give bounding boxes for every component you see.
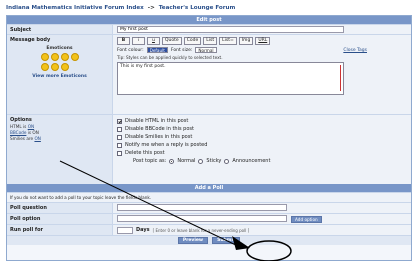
days-hint: [ Enter 0 or leave blank for a never-end… — [152, 227, 250, 233]
font-size-label: Font size: — [170, 47, 193, 53]
list-ordered-button[interactable]: List= — [219, 37, 237, 45]
option-delete[interactable]: Delete this post — [117, 149, 407, 157]
run-poll-label: Run poll for — [7, 225, 113, 235]
option-disable-smilies[interactable]: Disable Smilies in this post — [117, 133, 407, 141]
smilies-status: Smilies are ON — [10, 136, 109, 141]
message-textarea[interactable]: This is my first post. — [117, 62, 344, 95]
html-status: HTML is ON — [10, 124, 109, 129]
html-status-value: ON — [27, 124, 35, 129]
bbcode-status: BBCode is ON — [10, 130, 109, 135]
poll-note: If you do not want to add a poll to your… — [7, 192, 411, 202]
emoticons-grid — [10, 53, 109, 71]
breadcrumb-separator: -> — [147, 5, 155, 11]
option-disable-bbcode[interactable]: Disable BBCode in this post — [117, 125, 407, 133]
smilies-status-label: Smilies are — [10, 136, 34, 141]
message-text: This is my first post. — [120, 64, 166, 69]
style-tip: Tip: Styles can be applied quickly to se… — [117, 55, 223, 60]
smiley-icon[interactable] — [60, 53, 69, 61]
poll-question-input[interactable] — [117, 204, 287, 211]
view-more-emoticons-link[interactable]: View more Emoticons — [10, 74, 109, 79]
poll-option-input[interactable] — [117, 215, 287, 222]
font-colour-select[interactable]: Default — [146, 47, 168, 53]
post-form: Edit post Subject Message body Emoticons… — [6, 15, 412, 261]
options-label: Options — [10, 117, 32, 123]
emoticons-label: Emoticons — [46, 46, 73, 51]
disable-bbcode-checkbox[interactable] — [117, 126, 122, 132]
option-label: Disable HTML in this post — [125, 118, 189, 124]
post-topic-label: Post topic as: — [133, 158, 167, 164]
breadcrumb: Indiana Mathematics Initiative Forum Ind… — [6, 5, 235, 11]
edit-post-header: Edit post — [7, 16, 411, 24]
smiley-icon[interactable] — [70, 53, 79, 61]
option-label: Delete this post — [125, 150, 165, 156]
list-button[interactable]: List — [203, 37, 218, 45]
subject-row: Subject — [7, 24, 411, 34]
submit-button[interactable]: Submit — [212, 237, 241, 244]
message-row: Message body Emoticons View more Emotico… — [7, 34, 411, 114]
topic-normal-label: Normal — [177, 158, 196, 164]
topic-sticky-label: Sticky — [206, 158, 222, 164]
html-status-label: HTML is — [10, 124, 27, 129]
notify-checkbox[interactable] — [117, 142, 122, 148]
smiley-icon[interactable] — [50, 63, 59, 71]
format-toolbar: B i u Quote Code List List= Img URL — [117, 37, 407, 45]
message-body-label: Message body — [10, 37, 51, 43]
quote-button[interactable]: Quote — [162, 37, 182, 45]
run-poll-row: Run poll for Days [ Enter 0 or leave bla… — [7, 224, 411, 235]
img-button[interactable]: Img — [238, 37, 254, 45]
action-bar: Preview Submit — [7, 235, 411, 245]
textarea-scrollbar[interactable] — [340, 65, 341, 91]
option-label: Disable BBCode in this post — [125, 126, 194, 132]
post-topic-as: Post topic as: Normal Sticky Announcemen… — [117, 157, 407, 165]
smiley-icon[interactable] — [60, 63, 69, 71]
disable-smilies-checkbox[interactable] — [117, 134, 122, 140]
topic-normal-radio[interactable] — [169, 158, 175, 164]
subject-label: Subject — [7, 25, 113, 34]
code-button[interactable]: Code — [183, 37, 202, 45]
options-row: Options HTML is ON BBCode is ON Smilies … — [7, 114, 411, 184]
option-disable-html[interactable]: Disable HTML in this post — [117, 117, 407, 125]
bold-button[interactable]: B — [117, 37, 130, 45]
poll-option-label: Poll option — [7, 214, 113, 224]
bbcode-status-value: is ON — [27, 130, 39, 135]
add-poll-header: Add a Poll — [7, 184, 411, 192]
topic-announcement-radio[interactable] — [224, 158, 230, 164]
topic-announcement-label: Announcement — [232, 158, 271, 164]
disable-html-checkbox[interactable] — [117, 118, 122, 124]
bbcode-link[interactable]: BBCode — [10, 130, 26, 135]
font-colour-label: Font colour: — [117, 47, 144, 53]
option-label: Disable Smilies in this post — [125, 134, 193, 140]
option-label: Notify me when a reply is posted — [125, 142, 208, 148]
smilies-status-value: ON — [34, 136, 41, 141]
days-label: Days — [136, 227, 150, 233]
poll-question-label: Poll question — [7, 203, 113, 213]
option-notify[interactable]: Notify me when a reply is posted — [117, 141, 407, 149]
font-size-select[interactable]: Normal — [195, 47, 217, 53]
preview-button[interactable]: Preview — [177, 237, 209, 244]
smiley-icon[interactable] — [50, 53, 59, 61]
smiley-icon[interactable] — [40, 63, 49, 71]
italic-button[interactable]: i — [132, 37, 145, 45]
url-button[interactable]: URL — [255, 37, 271, 45]
delete-post-checkbox[interactable] — [117, 150, 122, 156]
add-option-button[interactable]: Add option — [291, 216, 322, 223]
poll-days-input[interactable] — [117, 226, 133, 234]
subject-input[interactable] — [117, 26, 344, 33]
poll-option-row: Poll option Add option — [7, 213, 411, 224]
underline-button[interactable]: u — [147, 37, 160, 45]
font-options: Font colour: Default Font size: Normal C… — [117, 47, 407, 53]
breadcrumb-section-link[interactable]: Teacher's Lounge Forum — [159, 5, 236, 11]
smiley-icon[interactable] — [40, 53, 49, 61]
close-tags-link[interactable]: Close Tags — [343, 48, 367, 53]
poll-question-row: Poll question — [7, 202, 411, 213]
breadcrumb-forum-link[interactable]: Indiana Mathematics Initiative Forum Ind… — [6, 5, 144, 11]
topic-sticky-radio[interactable] — [198, 158, 204, 164]
